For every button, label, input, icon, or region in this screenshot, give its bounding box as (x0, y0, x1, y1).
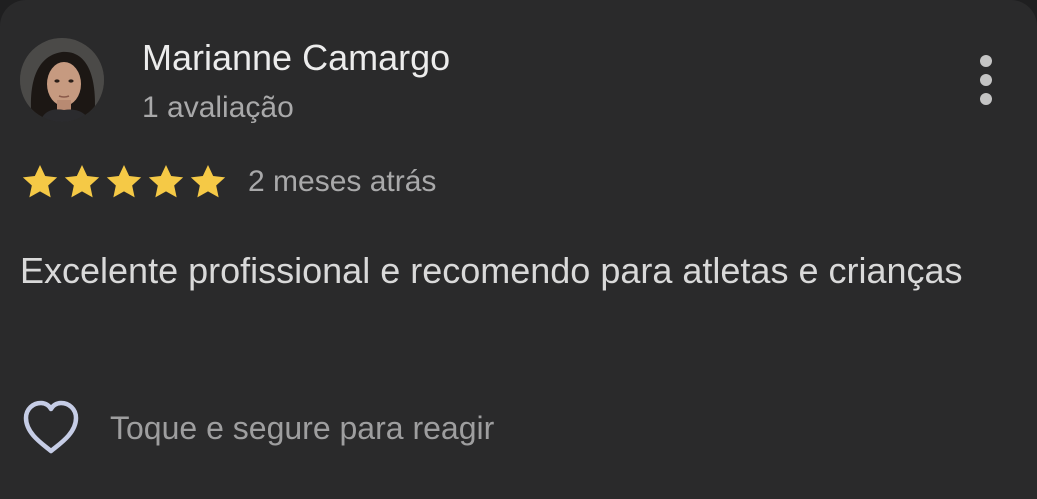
star-rating (20, 162, 228, 202)
star-icon (148, 165, 184, 198)
review-date: 2 meses atrás (248, 165, 437, 198)
star-icon (64, 165, 100, 198)
more-options-button[interactable] (962, 48, 1010, 112)
star-icon (22, 165, 58, 198)
avatar[interactable] (20, 38, 104, 122)
heart-outline-icon (23, 400, 79, 454)
react-hint: Toque e segure para reagir (110, 410, 495, 446)
more-vert-icon-dot (980, 93, 992, 105)
more-vert-icon-dot (980, 55, 992, 67)
more-vert-icon-dot (980, 74, 992, 86)
heart-react-button[interactable] (20, 398, 82, 458)
review-card: Marianne Camargo 1 avaliação 2 meses atr… (0, 0, 1037, 499)
star-icon (106, 165, 142, 198)
review-text: Excelente profissional e recomendo para … (20, 250, 963, 291)
star-icon (190, 165, 226, 198)
reviewer-name[interactable]: Marianne Camargo (142, 36, 450, 80)
avatar-photo (20, 38, 104, 122)
review-count: 1 avaliação (142, 91, 294, 124)
